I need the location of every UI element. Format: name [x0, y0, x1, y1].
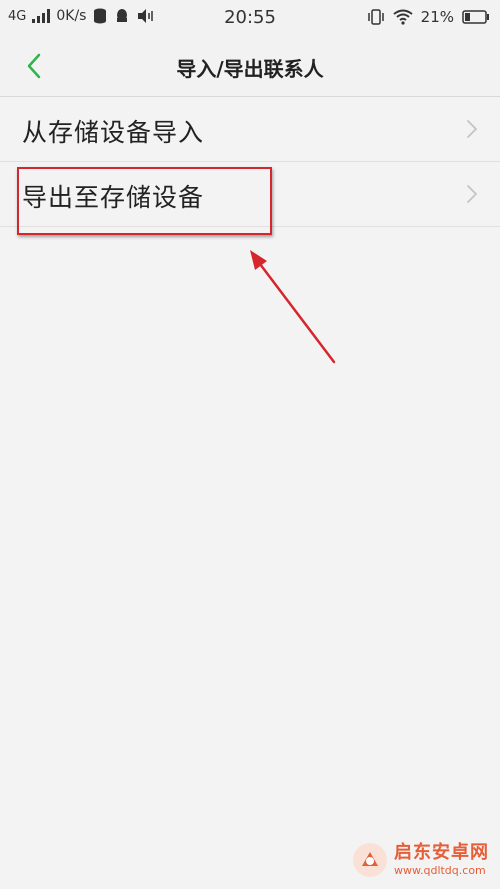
- app-header: 导入/导出联系人: [0, 36, 500, 97]
- annotation-highlight-box: [17, 167, 272, 235]
- status-right: 21%: [367, 8, 490, 26]
- watermark-text: 启东安卓网 www.qdltdq.com: [394, 842, 489, 877]
- watermark-logo: [353, 843, 387, 877]
- watermark: 启东安卓网 www.qdltdq.com: [352, 837, 492, 883]
- wifi-icon: [393, 9, 413, 25]
- watermark-url: www.qdltdq.com: [394, 864, 486, 877]
- page-title: 导入/导出联系人: [176, 57, 324, 81]
- list-item-label: 从存储设备导入: [22, 118, 205, 147]
- chevron-right-icon: [467, 120, 477, 138]
- watermark-name: 启东安卓网: [394, 842, 489, 863]
- chevron-right-icon: [467, 185, 477, 203]
- battery-level: 21%: [420, 8, 454, 26]
- battery-icon: [462, 10, 489, 24]
- import-from-storage-item[interactable]: 从存储设备导入: [0, 97, 500, 162]
- annotation-arrow: [250, 250, 336, 364]
- status-bar: 4G 0K/s 20:55 21%: [0, 0, 500, 36]
- vibrate-icon: [367, 9, 384, 25]
